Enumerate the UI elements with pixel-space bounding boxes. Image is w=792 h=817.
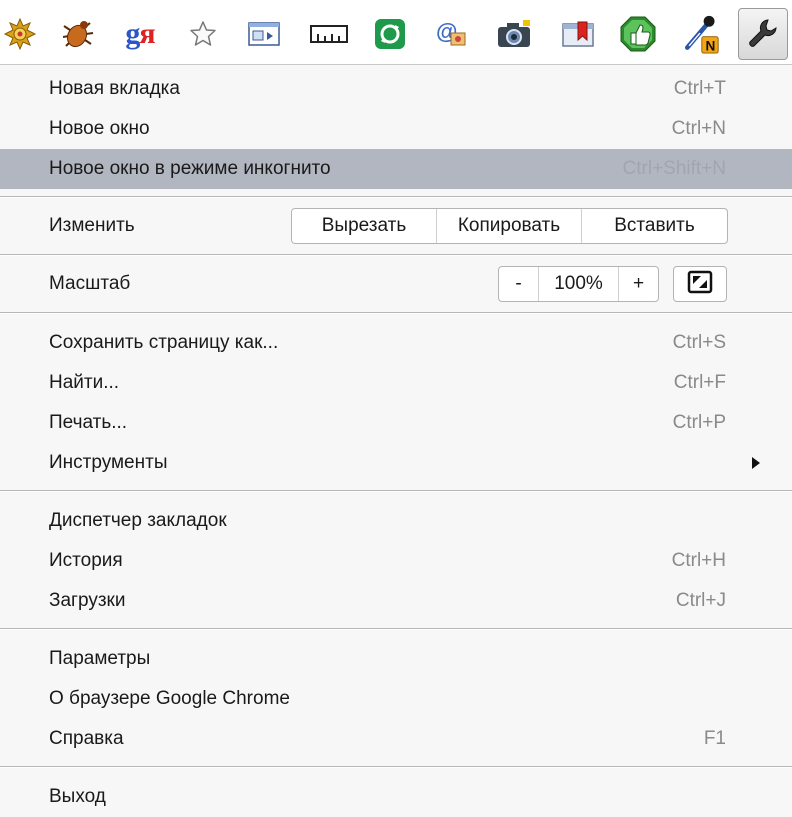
menu-item-save-as[interactable]: Сохранить страницу как... Ctrl+S — [0, 323, 792, 363]
menu-item-label: Печать... — [49, 412, 128, 433]
menu-item-shortcut: Ctrl+J — [675, 590, 726, 611]
zoom-out-button[interactable]: - — [499, 267, 539, 301]
menu-separator — [0, 254, 792, 256]
eyedropper-badge: N — [705, 38, 715, 53]
menu-item-about[interactable]: О браузере Google Chrome — [0, 679, 792, 719]
paste-button[interactable]: Вставить — [582, 209, 727, 243]
menu-separator — [0, 196, 792, 198]
submenu-arrow-icon — [752, 457, 760, 469]
menu-item-history[interactable]: История Ctrl+H — [0, 541, 792, 581]
cut-button[interactable]: Вырезать — [292, 209, 437, 243]
menu-separator — [0, 628, 792, 630]
menu-item-shortcut: Ctrl+N — [671, 118, 726, 139]
menu-item-bookmarks[interactable]: Диспетчер закладок — [0, 501, 792, 541]
menu-item-label: Загрузки — [49, 590, 126, 611]
menu-item-settings[interactable]: Параметры — [0, 639, 792, 679]
yandex-g-letter: g — [125, 17, 140, 50]
menu-item-shortcut: Ctrl+P — [672, 412, 726, 433]
menu-item-label: Диспетчер закладок — [49, 510, 227, 531]
menu-item-new-window[interactable]: Новое окно Ctrl+N — [0, 109, 792, 149]
camera-icon[interactable] — [494, 14, 534, 54]
menu-item-label: Изменить — [49, 215, 135, 236]
menu-item-label: Сохранить страницу как... — [49, 332, 279, 353]
menu-item-downloads[interactable]: Загрузки Ctrl+J — [0, 581, 792, 621]
menu-item-print[interactable]: Печать... Ctrl+P — [0, 403, 792, 443]
menu-item-label: Масштаб — [49, 273, 131, 294]
menu-item-zoom: Масштаб - 100% + — [0, 264, 792, 304]
menu-item-label: Найти... — [49, 372, 120, 393]
menu-item-shortcut: Ctrl+F — [673, 372, 726, 393]
zoom-in-button[interactable]: + — [619, 267, 658, 301]
browser-toolbar: gя @ N — [0, 0, 792, 70]
bug-icon[interactable] — [58, 14, 98, 54]
menu-item-label: Справка — [49, 728, 124, 749]
menu-item-shortcut: Ctrl+Shift+N — [622, 158, 726, 179]
menu-item-label: Новое окно — [49, 118, 150, 139]
menu-item-label: Новая вкладка — [49, 78, 180, 99]
yandex-ya-letter: я — [139, 17, 155, 50]
copy-button[interactable]: Копировать — [437, 209, 582, 243]
menu-item-find[interactable]: Найти... Ctrl+F — [0, 363, 792, 403]
menu-item-label: Новое окно в режиме инкогнито — [49, 158, 331, 179]
email-stamp-icon[interactable]: @ — [431, 14, 471, 54]
ruler-icon[interactable] — [309, 14, 349, 54]
menu-item-label: История — [49, 550, 123, 571]
menu-item-shortcut: Ctrl+T — [673, 78, 726, 99]
fullscreen-icon — [687, 270, 713, 299]
menu-item-exit[interactable]: Выход — [0, 777, 792, 817]
menu-item-edit: Изменить Вырезать Копировать Вставить — [0, 206, 792, 246]
menu-item-shortcut: Ctrl+H — [671, 550, 726, 571]
menu-separator — [0, 312, 792, 314]
menu-item-tools[interactable]: Инструменты — [0, 443, 792, 483]
zoom-value: 100% — [539, 267, 619, 301]
thumbs-up-icon[interactable] — [618, 14, 658, 54]
gear-sun-icon[interactable] — [0, 14, 40, 54]
zoom-control: - 100% + — [498, 266, 659, 302]
bookmark-folder-icon[interactable] — [558, 14, 598, 54]
fullscreen-button[interactable] — [673, 266, 727, 302]
menu-item-shortcut: Ctrl+S — [672, 332, 726, 353]
wrench-menu-button[interactable] — [738, 8, 788, 60]
menu-item-label: Параметры — [49, 648, 151, 669]
menu-item-new-tab[interactable]: Новая вкладка Ctrl+T — [0, 69, 792, 109]
eyedropper-icon[interactable]: N — [680, 14, 720, 54]
menu-item-incognito[interactable]: Новое окно в режиме инкогнито Ctrl+Shift… — [0, 149, 792, 189]
menu-item-label: Инструменты — [49, 452, 168, 473]
menu-item-help[interactable]: Справка F1 — [0, 719, 792, 759]
window-icon[interactable] — [244, 14, 284, 54]
menu-separator — [0, 766, 792, 768]
chrome-menu: Новая вкладка Ctrl+T Новое окно Ctrl+N Н… — [0, 64, 792, 817]
sync-icon[interactable] — [370, 14, 410, 54]
menu-item-label: Выход — [49, 786, 106, 807]
menu-item-label: О браузере Google Chrome — [49, 688, 290, 709]
wrench-icon — [746, 17, 780, 51]
menu-separator — [0, 490, 792, 492]
yandex-icon[interactable]: gя — [120, 14, 160, 54]
edit-button-group: Вырезать Копировать Вставить — [291, 208, 728, 244]
menu-item-shortcut: F1 — [703, 728, 726, 749]
star-icon[interactable] — [183, 14, 223, 54]
